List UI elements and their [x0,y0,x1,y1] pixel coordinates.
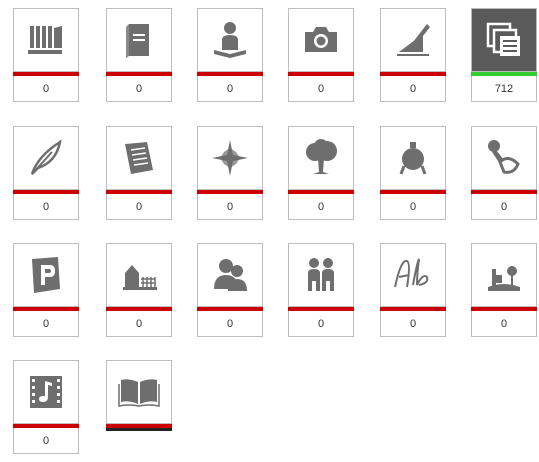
tile-people[interactable]: 0 [197,243,263,337]
tile-camera[interactable]: 0 [288,8,354,102]
tile-count: 0 [380,194,446,220]
tile-parking[interactable]: 0 [13,243,79,337]
tile-icon-box[interactable] [471,8,537,72]
tile-icon-box[interactable] [106,360,172,424]
tile-count: 0 [13,76,79,102]
tile-book[interactable]: 0 [106,8,172,102]
tile-archive[interactable]: 0 [13,8,79,102]
tile-count: 712 [471,76,537,102]
film-music-icon [30,376,62,408]
tile-scroll[interactable]: 0 [106,126,172,220]
tile-feather[interactable]: 0 [13,126,79,220]
tile-icon-box[interactable] [471,126,537,190]
tile-house[interactable]: 0 [106,243,172,337]
person-reading-icon [214,22,246,58]
tile-icon-box[interactable] [288,8,354,72]
tile-stamp[interactable]: 0 [471,126,537,220]
tile-count: 0 [13,428,79,454]
tree-icon [306,139,337,174]
tile-count: 0 [13,194,79,220]
tile-open-book[interactable] [106,360,172,431]
tile-icon-box[interactable] [288,126,354,190]
scroll-document-icon [125,142,153,174]
compass-star-icon [212,140,248,176]
tile-icon-box[interactable] [13,360,79,424]
tile-icon-box[interactable] [197,126,263,190]
tile-count: 0 [380,76,446,102]
tile-count: 0 [471,194,537,220]
feather-quill-icon [30,139,62,175]
tile-compass[interactable]: 0 [197,126,263,220]
tile-icon-box[interactable] [471,243,537,307]
tile-count: 0 [197,194,263,220]
bomb-ornament-icon [399,142,427,175]
tile-icon-box[interactable] [380,8,446,72]
tile-icon-box[interactable] [13,243,79,307]
stamp-icon [488,140,520,174]
tile-count: 0 [380,311,446,337]
tile-icon-box[interactable] [106,126,172,190]
tile-count: 0 [13,311,79,337]
tile-landscape[interactable]: 0 [471,243,537,337]
tile-count: 0 [197,311,263,337]
tile-count: 0 [106,311,172,337]
tile-count: 0 [288,76,354,102]
tile-family[interactable]: 0 [288,243,354,337]
landscape-icon [488,266,520,291]
tile-icon-box[interactable] [13,126,79,190]
tile-icon-box[interactable] [380,126,446,190]
archive-boxes-icon [28,26,62,54]
tile-icon-box[interactable] [106,8,172,72]
tile-icon-box[interactable] [380,243,446,307]
book-icon [126,24,149,58]
status-bar-dark [106,428,172,431]
tile-film-music[interactable]: 0 [13,360,79,454]
tile-documents[interactable]: 712 [471,8,537,102]
camera-icon [305,27,337,52]
family-icon [308,258,334,291]
tile-reader[interactable]: 0 [197,8,263,102]
people-silhouette-icon [214,259,247,291]
tile-signature[interactable]: 0 [380,8,446,102]
tile-count: 0 [288,311,354,337]
tile-icon-box[interactable] [106,243,172,307]
tile-count: 0 [106,76,172,102]
tile-count: 0 [288,194,354,220]
tile-icon-box[interactable] [13,8,79,72]
tile-tree[interactable]: 0 [288,126,354,220]
tile-handwriting[interactable]: 0 [380,243,446,337]
house-fence-icon [123,265,157,290]
open-book-icon [118,379,160,407]
handwriting-ab-icon [394,258,429,288]
parking-sign-icon [32,257,60,293]
tile-ornament[interactable]: 0 [380,126,446,220]
stacked-documents-icon [486,22,520,56]
tile-icon-box[interactable] [197,243,263,307]
tile-icon-box[interactable] [288,243,354,307]
pen-signature-icon [397,24,430,56]
tile-count: 0 [197,76,263,102]
tile-count: 0 [106,194,172,220]
tile-count: 0 [471,311,537,337]
tile-icon-box[interactable] [197,8,263,72]
